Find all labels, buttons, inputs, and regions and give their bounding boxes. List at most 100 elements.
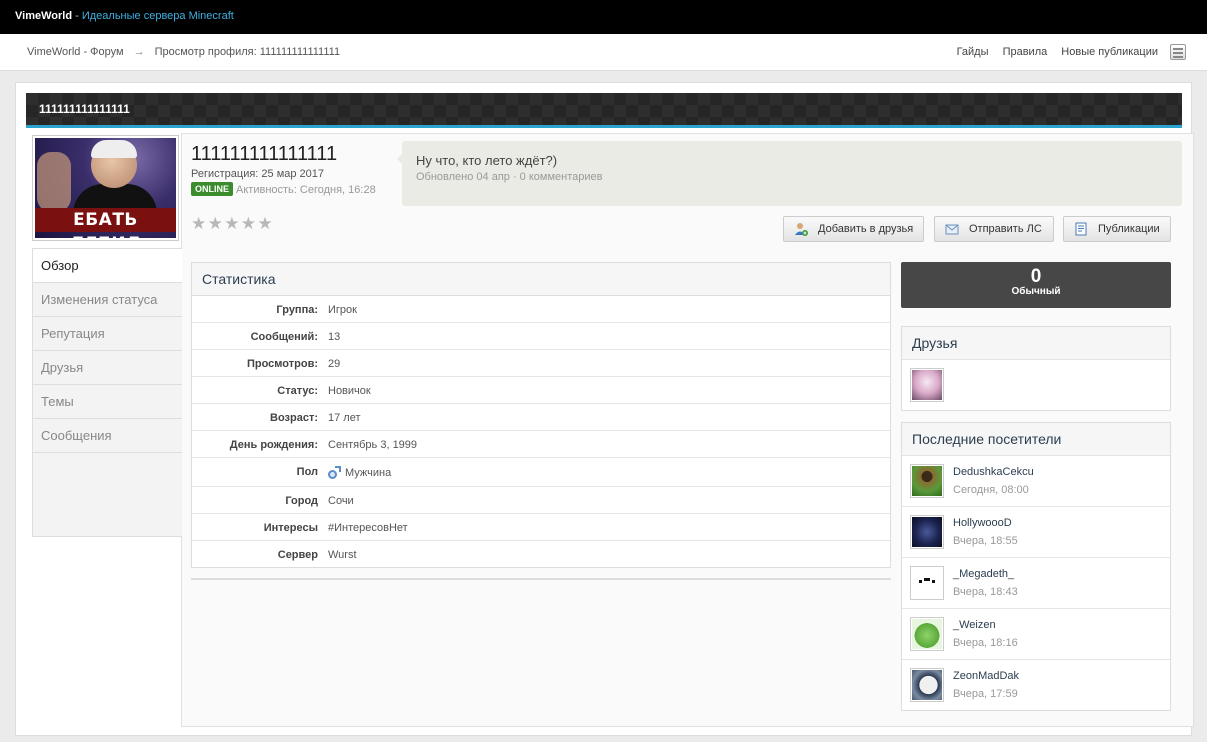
male-icon [328,466,341,479]
visitor-name[interactable]: _Megadeth_ [953,568,1014,580]
tab-status-updates[interactable]: Изменения статуса [33,283,182,317]
breadcrumb-forum-link[interactable]: VimeWorld - Форум [27,46,124,58]
star-icon[interactable]: ★ [241,215,256,232]
stat-value: Мужчина [345,467,392,479]
online-status: ONLINE Активность: Сегодня, 16:28 [191,182,376,196]
star-icon[interactable]: ★ [208,215,223,232]
stat-row-group: Группа: Игрок [192,296,890,323]
visitor-avatar[interactable] [910,464,944,498]
site-brand[interactable]: VimeWorld - Идеальные сервера Minecraft [15,10,234,22]
add-friend-button[interactable]: Добавить в друзья [783,216,924,242]
status-update-meta[interactable]: Обновлено 04 апр · 0 комментариев [416,171,602,183]
stat-row-interests: Интересы #ИнтересовНет [192,514,890,541]
profile-banner: 111111111111111 [26,93,1182,128]
visitor-name[interactable]: HollywoooD [953,517,1012,529]
star-icon[interactable]: ★ [191,215,206,232]
publications-label: Публикации [1098,223,1160,235]
stat-label: Сервер [277,549,318,561]
recent-visitors-title: Последние посетители [902,423,1170,456]
visitor-item: _Weizen Вчера, 18:16 [902,609,1170,660]
send-message-label: Отправить ЛС [969,223,1042,235]
stat-row-views: Просмотров: 29 [192,350,890,377]
registration-date: Регистрация: 25 мар 2017 [191,168,325,180]
site-name[interactable]: VimeWorld [15,10,72,22]
visitor-avatar[interactable] [910,566,944,600]
stat-row-posts: Сообщений: 13 [192,323,890,350]
star-icon[interactable]: ★ [257,215,272,232]
tab-reputation[interactable]: Репутация [33,317,182,351]
friends-box: Друзья [901,326,1171,411]
online-badge: ONLINE [191,182,234,196]
stat-label: Пол [296,466,318,478]
stat-label: День рождения: [229,439,318,451]
stat-label: Город [285,495,318,507]
stat-value: 13 [328,331,341,343]
profile-avatar-frame: ЕБАТЬ ДЕБИЛ [32,135,179,241]
visitor-item: ZeonMadDak Вчера, 17:59 [902,660,1170,711]
tab-overview[interactable]: Обзор [33,249,182,283]
nav-link-new-posts[interactable]: Новые публикации [1061,46,1158,58]
star-icon[interactable]: ★ [224,215,239,232]
avatar-caption: ЕБАТЬ ДЕБИЛ [35,208,176,238]
banner-title: 111111111111111 [39,102,130,116]
stat-label: Сообщений: [250,331,318,343]
friend-avatar[interactable] [910,368,944,402]
stat-value: 17 лет [328,412,361,424]
statistics-divider [191,578,891,580]
nav-link-rules[interactable]: Правила [1003,46,1048,58]
top-bar: VimeWorld - Идеальные сервера Minecraft [0,0,1207,34]
reputation-rank: Обычный [1011,286,1061,297]
stat-row-city: Город Сочи [192,487,890,514]
stat-value: Новичок [328,385,371,397]
tab-friends[interactable]: Друзья [33,351,182,385]
top-nav-links: Гайды Правила Новые публикации [946,46,1158,58]
visitor-avatar[interactable] [910,617,944,651]
document-icon [1075,222,1087,236]
rating-stars[interactable]: ★ ★ ★ ★ ★ [191,215,273,232]
visitor-item: HollywoooD Вчера, 18:55 [902,507,1170,558]
stat-value-gender: Мужчина [328,466,391,479]
stat-value: Сентябрь 3, 1999 [328,439,418,451]
site-tagline[interactable]: Идеальные сервера Minecraft [82,10,234,22]
last-activity: Активность: Сегодня, 16:28 [236,184,376,196]
publications-button[interactable]: Публикации [1063,216,1171,242]
visitor-avatar[interactable] [910,668,944,702]
stat-row-server: Сервер Wurst [192,541,890,568]
recent-visitors-box: Последние посетители DedushkaCekcu Сегод… [901,422,1171,711]
reputation-value: 0 [1030,266,1042,287]
statistics-title: Статистика [192,263,890,296]
send-message-button[interactable]: Отправить ЛС [934,216,1054,242]
nav-link-guides[interactable]: Гайды [957,46,989,58]
tab-messages[interactable]: Сообщения [33,419,182,453]
visitor-time: Вчера, 17:59 [953,688,1018,700]
add-friend-label: Добавить в друзья [818,223,914,235]
stat-row-age: Возраст: 17 лет [192,404,890,431]
statistics-panel: Статистика Группа: Игрок Сообщений: 13 П… [191,262,891,568]
add-friend-icon [795,223,808,236]
stat-row-gender: Пол Мужчина [192,458,890,487]
visitor-avatar[interactable] [910,515,944,549]
tab-topics[interactable]: Темы [33,385,182,419]
stat-value: Игрок [328,304,357,316]
stat-label: Возраст: [270,412,318,424]
stat-label: Статус: [277,385,318,397]
visitor-time: Вчера, 18:55 [953,535,1018,547]
brand-separator: - [72,10,82,22]
visitor-time: Вчера, 18:16 [953,637,1018,649]
breadcrumb-arrow-icon: → [133,46,145,58]
visitor-name[interactable]: DedushkaCekcu [953,466,1034,478]
visitor-name[interactable]: _Weizen [953,619,996,631]
profile-tabs: Обзор Изменения статуса Репутация Друзья… [32,248,182,537]
status-update-box: Ну что, кто лето ждёт?) Обновлено 04 апр… [397,141,1182,206]
visitor-item: _Megadeth_ Вчера, 18:43 [902,558,1170,609]
envelope-icon [945,224,959,235]
visitor-item: DedushkaCekcu Сегодня, 08:00 [902,456,1170,507]
stat-label: Интересы [263,522,318,534]
menu-icon[interactable] [1170,44,1186,60]
stat-row-status: Статус: Новичок [192,377,890,404]
stat-label: Группа: [276,304,318,316]
stat-value: #ИнтересовНет [328,522,408,534]
visitor-name[interactable]: ZeonMadDak [953,670,1019,682]
profile-page: 111111111111111 ЕБАТЬ ДЕБИЛ Обзор Измене… [15,82,1194,736]
stat-row-birthday: День рождения: Сентябрь 3, 1999 [192,431,890,458]
